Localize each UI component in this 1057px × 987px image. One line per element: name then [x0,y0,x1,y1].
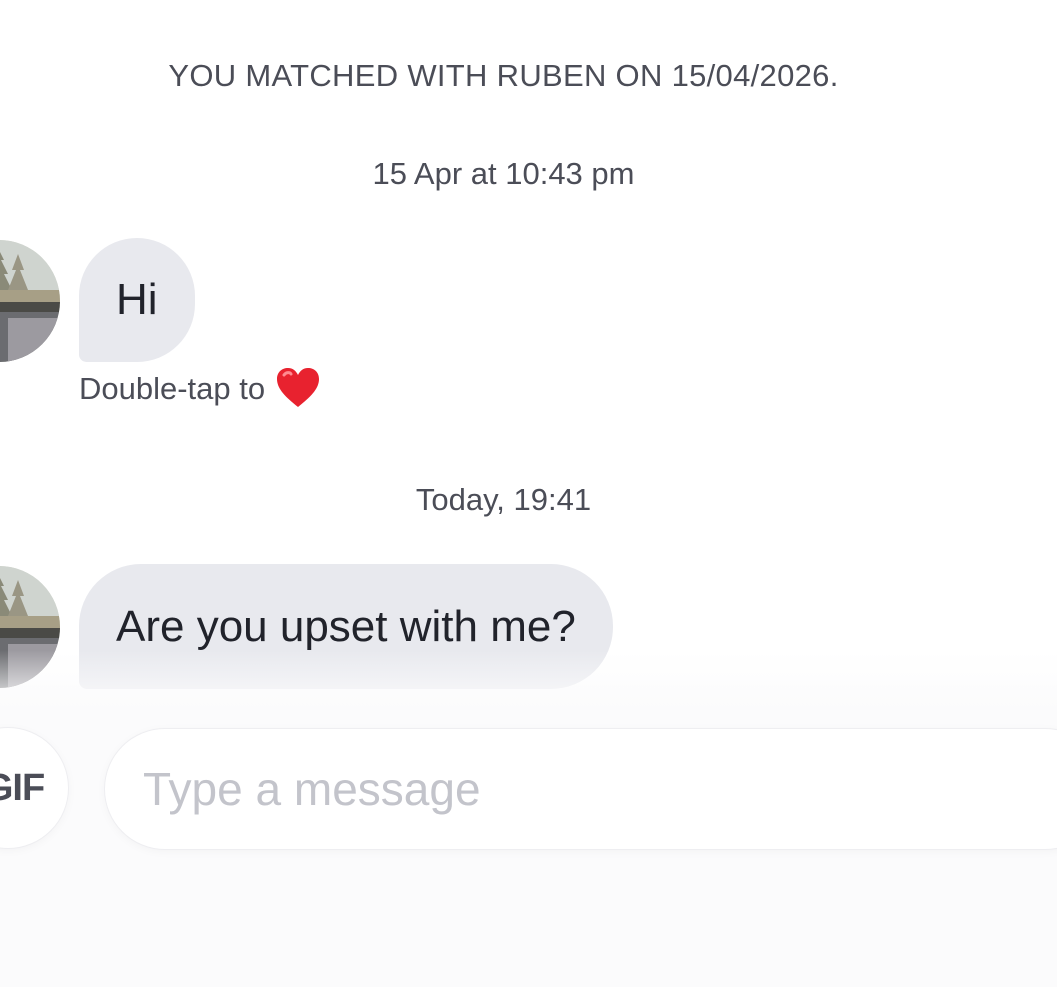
double-tap-label: Double-tap to [79,371,266,406]
match-banner: YOU MATCHED WITH RUBEN ON 15/04/2026. [168,58,839,93]
message-timestamp: Today, 19:41 [415,482,592,517]
gif-label: GIF [0,766,45,809]
message-text: Hi [116,275,158,324]
message-text: Are you upset with me? [116,601,576,651]
double-tap-hint: Double-tap to [79,366,321,412]
received-message-bubble[interactable]: Hi [79,238,195,362]
heart-icon[interactable] [275,366,321,412]
message-timestamp: 15 Apr at 10:43 pm [372,156,635,191]
avatar-photo [0,240,60,362]
avatar[interactable] [0,240,60,362]
chat-screen: YOU MATCHED WITH RUBEN ON 15/04/2026. 15… [0,0,1057,987]
message-input[interactable] [105,729,1057,849]
